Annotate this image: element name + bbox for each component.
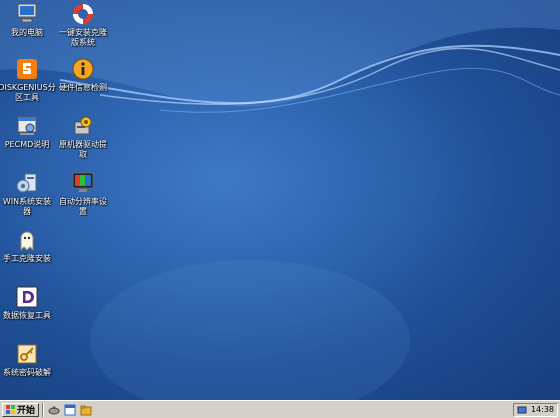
monitor-icon [72, 172, 94, 192]
info-icon [72, 58, 94, 80]
key-icon [17, 344, 37, 364]
computer-icon [17, 3, 37, 23]
icon-label: 手工克隆安装 [3, 254, 51, 263]
taskbar: 开始 14:38 [0, 400, 560, 418]
start-button[interactable]: 开始 [2, 402, 40, 417]
start-label: 开始 [17, 406, 36, 416]
ghost-icon [20, 231, 34, 252]
window-icon [64, 404, 76, 415]
icon-label: 一键安装克隆 版系统 [59, 28, 107, 47]
recovery-icon [16, 286, 38, 308]
desktop-icon-data-recovery[interactable]: 数据恢复工具 [0, 285, 59, 321]
desktop-icon-password-crack[interactable]: 系统密码破解 [0, 342, 59, 378]
icon-label: 硬件信息检测 [59, 83, 107, 92]
icon-label: 原机器驱动提 取 [59, 140, 107, 159]
desktop-icon-hardware-info[interactable]: 硬件信息检测 [51, 57, 115, 93]
icon-label: 系统密码破解 [3, 368, 51, 377]
desktop-icon-manual-clone[interactable]: 手工克隆安装 [0, 228, 59, 264]
icon-label: DISKGENIUS分 区工具 [0, 83, 56, 102]
windows-logo-icon [6, 405, 15, 414]
lifebuoy-icon [73, 4, 93, 24]
desktop-icon-driver-extract[interactable]: 原机器驱动提 取 [51, 114, 115, 160]
driver-icon [74, 116, 92, 135]
icon-label: 自动分辨率设 置 [59, 197, 107, 216]
quick-launch-eject[interactable] [47, 403, 61, 417]
network-icon[interactable] [517, 405, 527, 415]
quick-launch-separator [42, 402, 45, 417]
clock[interactable]: 14:38 [531, 405, 554, 414]
desktop: 我的电脑 一键安装克隆 版系统 DISKGENIUS分 区工具 硬件信息检测 P… [0, 0, 560, 400]
icon-label: 我的电脑 [11, 28, 43, 37]
folder-icon [80, 405, 92, 415]
icon-label: WIN系统安装 器 [2, 197, 52, 216]
installer-icon [16, 173, 37, 193]
pecmd-icon [17, 116, 37, 135]
quick-launch-folder[interactable] [79, 403, 93, 417]
system-tray: 14:38 [512, 402, 558, 417]
quick-launch-window[interactable] [63, 403, 77, 417]
icon-label: PECMD说明 [4, 140, 50, 149]
diskgenius-icon [17, 59, 37, 79]
eject-icon [48, 405, 60, 414]
icon-label: 数据恢复工具 [3, 311, 51, 320]
desktop-icon-one-key-install[interactable]: 一键安装克隆 版系统 [51, 2, 115, 48]
desktop-icon-auto-resolution[interactable]: 自动分辨率设 置 [51, 171, 115, 217]
